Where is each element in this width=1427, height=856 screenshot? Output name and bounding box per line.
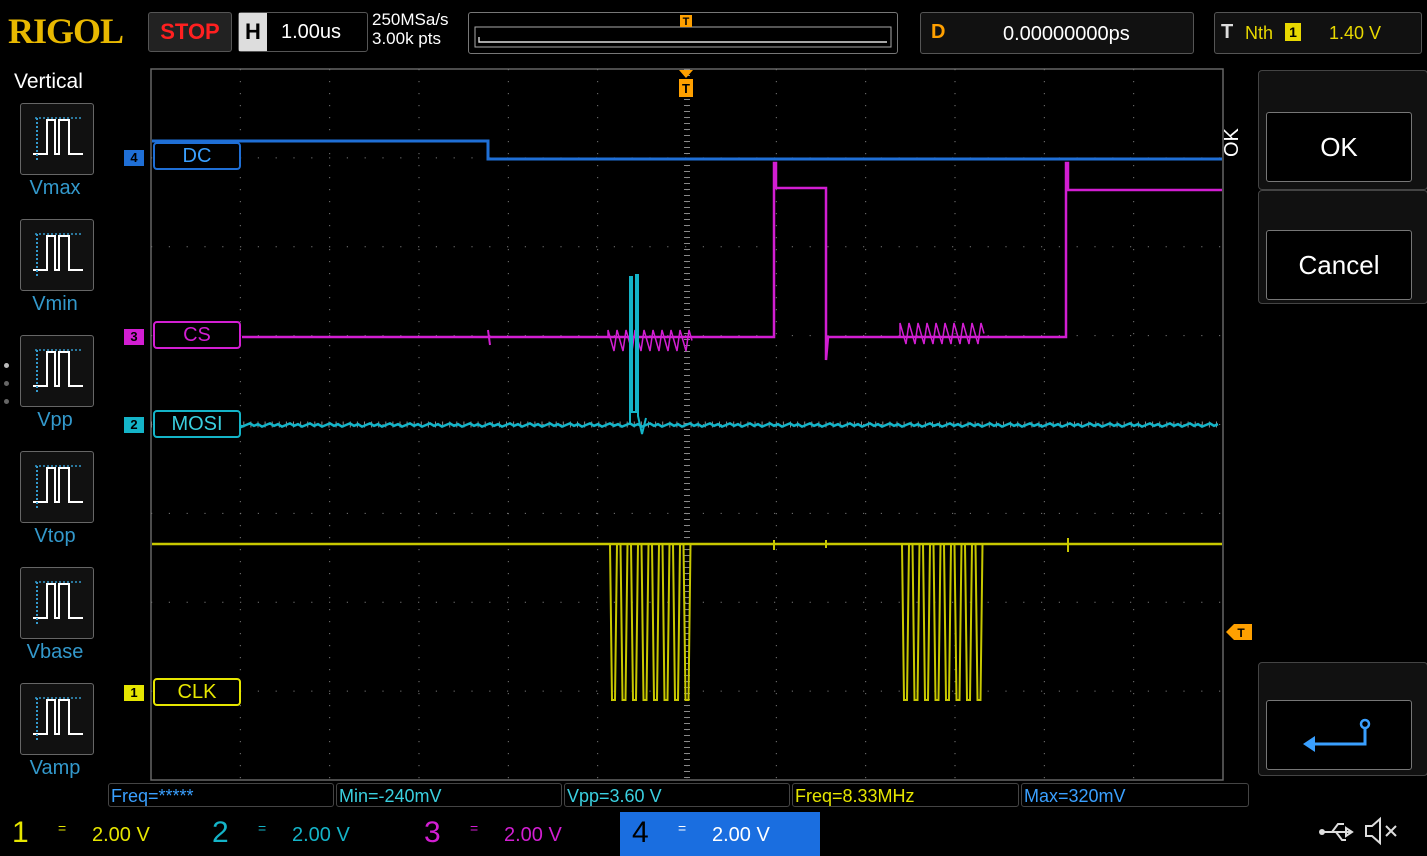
usb-icon [1318,818,1358,851]
ok-group-label: OK [1221,128,1243,157]
measurement-item[interactable]: Max=320mV [1021,783,1249,807]
channel-scale-value: 2.00 V [292,824,350,846]
channel-scale-value: 2.00 V [92,824,150,846]
channel-2-scale[interactable]: 2 = 2.00 V [200,812,400,856]
dc-coupling-icon: = [470,820,479,836]
channel-scale-value: 2.00 V [712,824,770,846]
svg-text:T: T [682,81,690,96]
return-arrow-icon [1303,718,1371,752]
ch1-label[interactable]: CLK [153,678,241,706]
ch4-label[interactable]: DC [153,142,241,170]
channel-1-scale[interactable]: 1 = 2.00 V [0,812,200,856]
ch2-label[interactable]: MOSI [153,410,241,438]
trigger-level-marker[interactable]: T [1226,624,1254,645]
cancel-button[interactable]: Cancel [1266,230,1412,300]
ch3-label[interactable]: CS [153,321,241,349]
channel-number: 4 [632,816,649,849]
channel-scale-value: 2.00 V [504,824,562,846]
svg-text:T: T [1237,626,1245,640]
channel-number: 3 [424,816,441,849]
ch3-marker[interactable]: 3 [124,329,144,345]
channel-3-scale[interactable]: 3 = 2.00 V [412,812,612,856]
measurement-item[interactable]: Vpp=3.60 V [564,783,790,807]
dc-coupling-icon: = [58,820,67,836]
dc-coupling-icon: = [258,820,267,836]
measurement-item[interactable]: Freq=***** [108,783,334,807]
ch2-marker[interactable]: 2 [124,417,144,433]
channel-number: 1 [12,816,29,849]
mute-icon[interactable] [1362,816,1402,851]
channel-4-scale[interactable]: 4 = 2.00 V [620,812,820,856]
channel-number: 2 [212,816,229,849]
back-button[interactable] [1266,700,1412,770]
measurement-item[interactable]: Freq=8.33MHz [792,783,1019,807]
dc-coupling-icon: = [678,820,687,836]
ch1-marker[interactable]: 1 [124,685,144,701]
ch4-marker[interactable]: 4 [124,150,144,166]
ok-button[interactable]: OK [1266,112,1412,182]
measurement-item[interactable]: Min=-240mV [336,783,562,807]
